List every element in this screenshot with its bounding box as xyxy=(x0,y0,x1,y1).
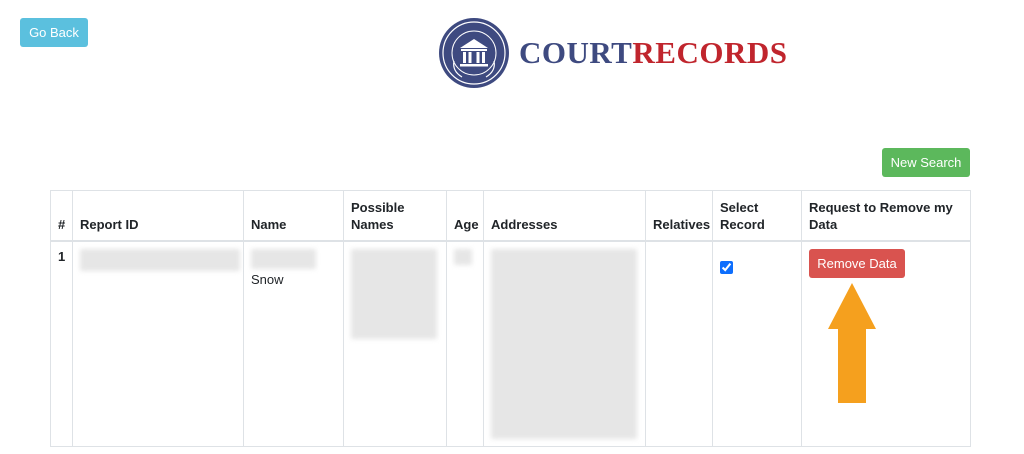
column-header-select-record: Select Record xyxy=(712,190,802,242)
age-cell xyxy=(446,240,484,447)
name-cell: Snow xyxy=(243,240,344,447)
select-record-cell xyxy=(712,240,802,447)
row-number: 1 xyxy=(50,240,73,447)
addresses-cell xyxy=(483,240,646,447)
new-search-button[interactable]: New Search xyxy=(882,148,970,177)
logo-wordmark: COURTRECORDS xyxy=(519,35,788,70)
redacted-age xyxy=(454,248,472,265)
redacted-report-id xyxy=(80,248,240,271)
column-header-possible-names: Possible Names xyxy=(343,190,447,242)
remove-data-button[interactable]: Remove Data xyxy=(809,248,905,278)
possible-names-cell xyxy=(343,240,447,447)
table-header-row: # Report ID Name Possible Names Age Addr… xyxy=(50,190,971,242)
column-header-report-id: Report ID xyxy=(72,190,244,242)
redacted-first-name xyxy=(251,248,316,269)
up-arrow-icon xyxy=(828,283,876,403)
select-record-checkbox[interactable] xyxy=(720,260,733,274)
go-back-button[interactable]: Go Back xyxy=(20,18,88,47)
court-records-logo: COURTRECORDS xyxy=(438,17,787,89)
column-header-number: # xyxy=(50,190,73,242)
report-id-cell xyxy=(72,240,244,447)
column-header-name: Name xyxy=(243,190,344,242)
redacted-addresses xyxy=(491,248,637,439)
remove-data-cell: Remove Data xyxy=(801,240,971,447)
column-header-relatives: Relatives xyxy=(645,190,713,242)
column-header-addresses: Addresses xyxy=(483,190,646,242)
relatives-cell xyxy=(645,240,713,447)
redacted-possible-names xyxy=(351,248,437,339)
column-header-remove-data: Request to Remove my Data xyxy=(801,190,971,242)
name-text: Snow xyxy=(251,271,284,287)
court-seal-icon xyxy=(439,18,509,88)
column-header-age: Age xyxy=(446,190,484,242)
